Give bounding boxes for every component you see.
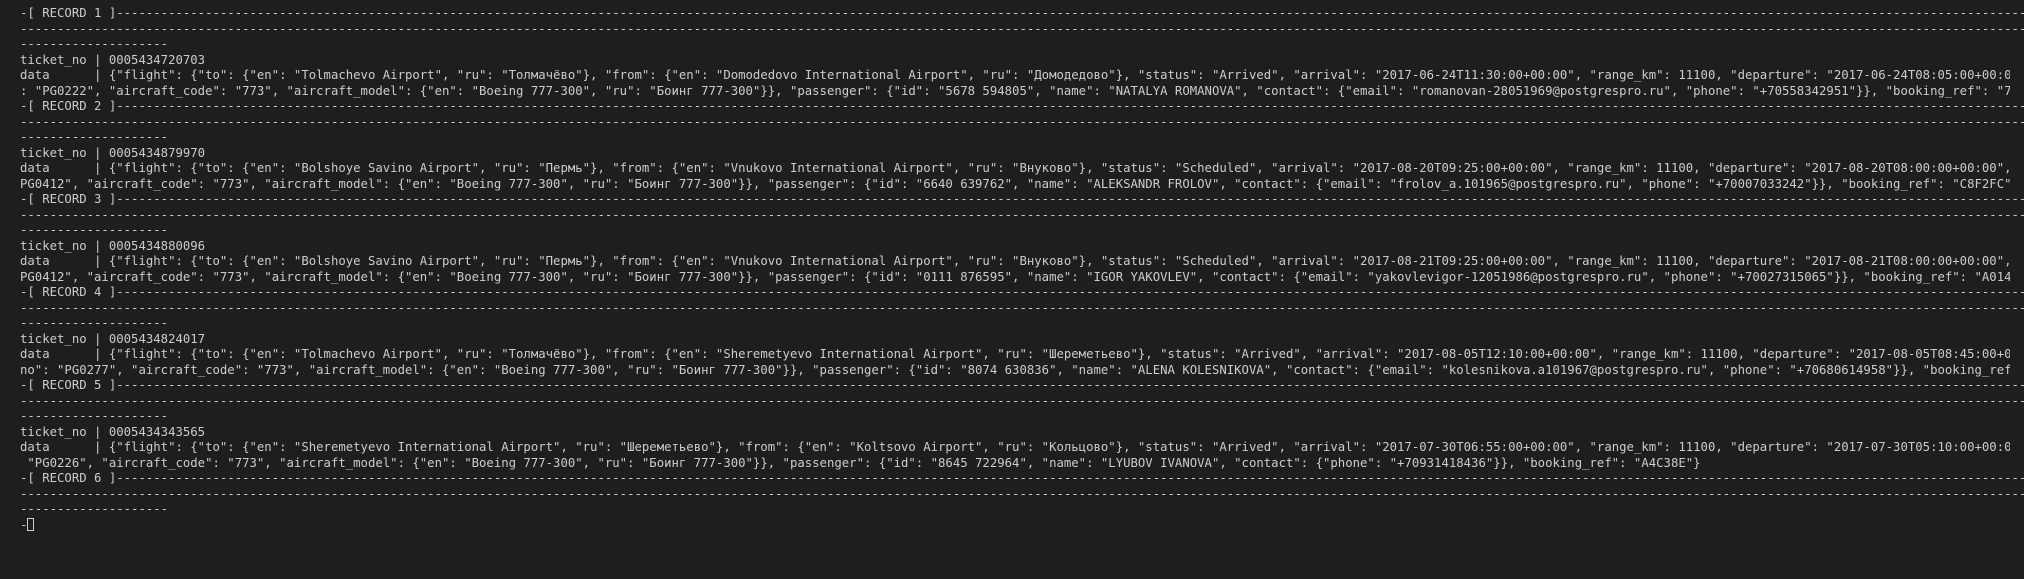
record-separator-short: -------------------- xyxy=(20,502,169,516)
prompt-text: - xyxy=(20,517,28,532)
record-header: -[ RECORD 2 ]---------------------------… xyxy=(20,99,2024,113)
record-separator: ----------------------------------------… xyxy=(20,21,2024,36)
data-row: data | {"flight": {"to": {"en": "Bolshoy… xyxy=(20,161,2010,175)
text-cursor xyxy=(27,517,35,531)
record-separator-short: -------------------- xyxy=(20,37,169,51)
data-row-continued: no": "PG0277", "aircraft_code": "773", "… xyxy=(20,362,2010,377)
ticket-no-row: ticket_no | 0005434343565 xyxy=(20,424,206,439)
terminal-prompt[interactable]: - xyxy=(20,517,2024,534)
data-row: data | {"flight": {"to": {"en": "Tolmach… xyxy=(20,68,2010,82)
record-separator: ----------------------------------------… xyxy=(20,300,2024,315)
record-separator-short: -------------------- xyxy=(20,130,169,144)
record-header: -[ RECORD 5 ]---------------------------… xyxy=(20,378,2024,392)
ticket-no-row: ticket_no | 0005434824017 xyxy=(20,331,206,346)
record-separator-short: -------------------- xyxy=(20,223,169,237)
record-header: -[ RECORD 6 ]---------------------------… xyxy=(20,471,2024,485)
data-row: data | {"flight": {"to": {"en": "Shereme… xyxy=(20,440,2010,454)
data-row-continued: PG0412", "aircraft_code": "773", "aircra… xyxy=(20,176,2010,191)
record-separator: ----------------------------------------… xyxy=(20,114,2024,129)
ticket-no-row: ticket_no | 0005434720703 xyxy=(20,52,206,67)
record-separator-short: -------------------- xyxy=(20,409,169,423)
data-row: data | {"flight": {"to": {"en": "Bolshoy… xyxy=(20,254,2010,268)
ticket-no-row: ticket_no | 0005434879970 xyxy=(20,145,206,160)
record-header: -[ RECORD 1 ]---------------------------… xyxy=(20,6,2024,20)
data-row: data | {"flight": {"to": {"en": "Tolmach… xyxy=(20,347,2010,361)
data-row-continued: : "PG0222", "aircraft_code": "773", "air… xyxy=(20,83,2010,98)
record-separator: ----------------------------------------… xyxy=(20,393,2024,408)
record-separator: ----------------------------------------… xyxy=(20,486,2024,501)
ticket-no-row: ticket_no | 0005434880096 xyxy=(20,238,206,253)
terminal-output: -[ RECORD 1 ]---------------------------… xyxy=(0,0,2024,579)
data-row-continued: PG0412", "aircraft_code": "773", "aircra… xyxy=(20,269,2010,284)
record-separator-short: -------------------- xyxy=(20,316,169,330)
data-row-continued: "PG0226", "aircraft_code": "773", "aircr… xyxy=(20,455,1701,470)
record-separator: ----------------------------------------… xyxy=(20,207,2024,222)
record-header: -[ RECORD 3 ]---------------------------… xyxy=(20,192,2024,206)
record-header: -[ RECORD 4 ]---------------------------… xyxy=(20,285,2024,299)
